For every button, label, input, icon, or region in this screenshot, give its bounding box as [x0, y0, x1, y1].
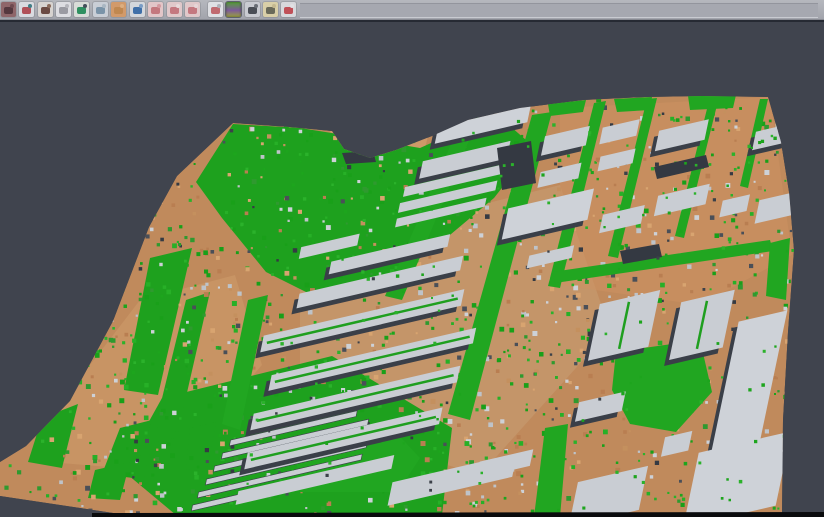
binoculars-icon-glyph: [248, 7, 257, 14]
measure-lines-icon-glyph: [284, 7, 293, 14]
classified-points-icon-glyph: [22, 7, 31, 14]
grid-clip-icon[interactable]: [208, 2, 223, 17]
toolbar: [0, 0, 824, 20]
classification-palette-icon[interactable]: [226, 2, 241, 17]
hillshade-icon[interactable]: [38, 2, 53, 17]
dark-terrain-icon[interactable]: [1, 2, 16, 17]
point-cloud-icon-dot: [65, 4, 69, 8]
selection-box-icon-dot: [194, 4, 198, 8]
profile-view-icon[interactable]: [93, 2, 108, 17]
selection-box-icon[interactable]: [185, 2, 200, 17]
green-surface-icon[interactable]: [74, 2, 89, 17]
green-surface-icon-glyph: [77, 7, 86, 14]
point-cloud-icon[interactable]: [56, 2, 71, 17]
binoculars-icon[interactable]: [245, 2, 260, 17]
binoculars-icon-dot: [254, 4, 258, 8]
target-circle-icon-dot: [176, 4, 180, 8]
target-circle-icon-glyph: [170, 7, 179, 14]
ortho-image-icon-dot: [120, 4, 124, 8]
green-surface-icon-dot: [83, 4, 87, 8]
grid-clip-icon-dot: [217, 4, 221, 8]
classified-points-icon[interactable]: [19, 2, 34, 17]
toolbar-empty-area: [300, 3, 818, 18]
elevation-layers-icon[interactable]: [148, 2, 163, 17]
profile-view-icon-dot: [102, 4, 106, 8]
classified-points-icon-dot: [28, 4, 32, 8]
elevation-layers-icon-dot: [157, 4, 161, 8]
measure-lines-icon[interactable]: [281, 2, 296, 17]
target-circle-icon[interactable]: [167, 2, 182, 17]
point-cloud-icon-glyph: [59, 7, 68, 14]
globe-3d-icon-dot: [139, 4, 143, 8]
ortho-image-icon[interactable]: [111, 2, 126, 17]
point-cloud-scene: [0, 22, 824, 517]
ortho-image-icon-glyph: [114, 7, 123, 14]
hillshade-icon-glyph: [41, 7, 50, 14]
info-label-icon-glyph: [266, 7, 275, 14]
globe-3d-icon[interactable]: [130, 2, 145, 17]
profile-view-icon-glyph: [96, 7, 105, 14]
dark-terrain-icon-dot: [10, 4, 14, 8]
globe-3d-icon-glyph: [133, 7, 142, 14]
hillshade-icon-dot: [47, 4, 51, 8]
elevation-layers-icon-glyph: [151, 7, 160, 14]
grid-clip-icon-glyph: [211, 7, 220, 14]
application-window: [0, 0, 824, 517]
info-label-icon-dot: [272, 4, 276, 8]
3d-viewport[interactable]: [0, 22, 824, 517]
dark-terrain-icon-glyph: [4, 7, 13, 14]
measure-lines-icon-dot: [290, 4, 294, 8]
info-label-icon[interactable]: [263, 2, 278, 17]
selection-box-icon-glyph: [188, 7, 197, 14]
